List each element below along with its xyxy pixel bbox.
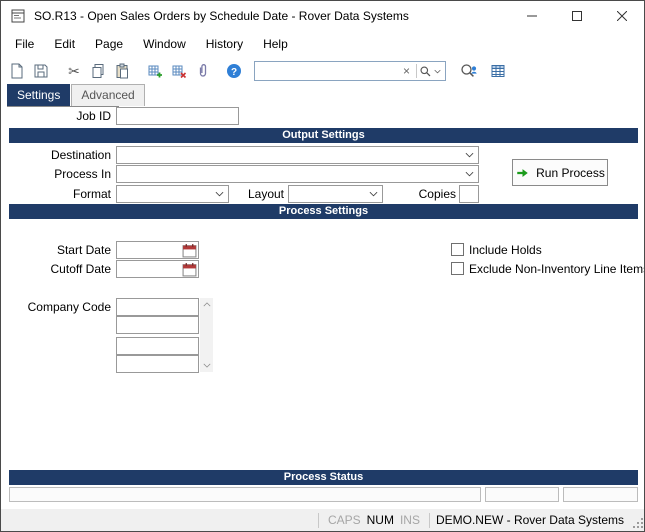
save-icon[interactable] xyxy=(29,60,53,82)
app-icon xyxy=(10,8,26,24)
run-process-button[interactable]: Run Process xyxy=(512,159,608,186)
process-status-value-2 xyxy=(563,487,638,502)
exclude-non-inventory-checkbox[interactable] xyxy=(451,262,464,275)
menu-file[interactable]: File xyxy=(5,33,44,55)
company-code-input-1[interactable] xyxy=(116,298,199,316)
chevron-down-icon xyxy=(215,191,224,197)
layout-label: Layout xyxy=(247,187,284,201)
window-controls xyxy=(509,1,644,31)
toolbar-search: × xyxy=(254,61,446,81)
output-settings-header: Output Settings xyxy=(9,128,638,143)
close-button[interactable] xyxy=(599,1,644,31)
search-dropdown-icon[interactable] xyxy=(432,69,443,74)
title-bar: SO.R13 - Open Sales Orders by Schedule D… xyxy=(1,1,644,31)
format-label: Format xyxy=(72,187,111,201)
scroll-down-icon[interactable] xyxy=(200,359,213,372)
cutoff-date-input[interactable] xyxy=(116,260,199,278)
exclude-non-inventory-label: Exclude Non-Inventory Line Items xyxy=(469,262,645,276)
caps-indicator: CAPS xyxy=(327,513,361,527)
tab-advanced[interactable]: Advanced xyxy=(71,84,145,106)
destination-label: Destination xyxy=(50,148,111,162)
tab-strip: Settings Advanced xyxy=(7,84,145,107)
menu-window[interactable]: Window xyxy=(133,33,196,55)
menu-edit[interactable]: Edit xyxy=(44,33,85,55)
process-settings-header: Process Settings xyxy=(9,204,638,219)
company-code-label: Company Code xyxy=(27,300,111,314)
copies-label: Copies xyxy=(418,187,456,201)
maximize-button[interactable] xyxy=(554,1,599,31)
company-code-input-4[interactable] xyxy=(116,355,199,373)
run-process-label: Run Process xyxy=(536,165,605,180)
chevron-down-icon xyxy=(465,171,474,177)
menu-page[interactable]: Page xyxy=(85,33,133,55)
job-id-input[interactable] xyxy=(116,107,239,125)
process-status-header: Process Status xyxy=(9,470,638,485)
destination-select[interactable] xyxy=(116,146,479,164)
lookup-user-icon[interactable] xyxy=(456,60,482,82)
connection-info: DEMO.NEW - Rover Data Systems xyxy=(435,513,624,527)
attachment-icon[interactable] xyxy=(191,60,215,82)
clear-search-icon[interactable]: × xyxy=(399,64,414,78)
menu-help[interactable]: Help xyxy=(253,33,298,55)
copy-icon[interactable] xyxy=(86,60,110,82)
start-date-label: Start Date xyxy=(56,243,111,257)
process-in-label: Process In xyxy=(54,167,111,181)
menu-history[interactable]: History xyxy=(196,33,253,55)
num-indicator: NUM xyxy=(366,513,394,527)
chevron-down-icon xyxy=(465,152,474,158)
cutoff-date-label: Cutoff Date xyxy=(50,262,111,276)
copies-input[interactable] xyxy=(459,185,479,203)
toolbar: ✂ ? × xyxy=(1,57,644,85)
minimize-button[interactable] xyxy=(509,1,554,31)
cut-icon[interactable]: ✂ xyxy=(62,60,86,82)
company-code-input-2[interactable] xyxy=(116,316,199,334)
search-input[interactable] xyxy=(259,64,399,78)
statusbar-divider xyxy=(428,512,430,528)
paste-icon[interactable] xyxy=(110,60,134,82)
chevron-down-icon xyxy=(369,191,378,197)
company-code-input-3[interactable] xyxy=(116,337,199,355)
insert-detail-icon[interactable] xyxy=(143,60,167,82)
process-status-value-1 xyxy=(485,487,559,502)
start-date-input[interactable] xyxy=(116,241,199,259)
status-bar: CAPS NUM INS DEMO.NEW - Rover Data Syste… xyxy=(1,509,644,531)
layout-select[interactable] xyxy=(288,185,383,203)
include-holds-checkbox[interactable] xyxy=(451,243,464,256)
svg-text:?: ? xyxy=(231,67,237,78)
run-arrow-icon xyxy=(517,168,528,177)
include-holds-label: Include Holds xyxy=(469,243,542,257)
company-code-scrollbar[interactable] xyxy=(200,298,213,372)
format-select[interactable] xyxy=(116,185,229,203)
grid-icon[interactable] xyxy=(486,60,510,82)
calendar-icon[interactable] xyxy=(182,262,197,277)
menu-bar: File Edit Page Window History Help xyxy=(1,31,644,57)
new-document-icon[interactable] xyxy=(5,60,29,82)
search-icon[interactable] xyxy=(419,65,432,78)
tab-settings[interactable]: Settings xyxy=(7,84,71,106)
scroll-up-icon[interactable] xyxy=(200,298,213,311)
window-title: SO.R13 - Open Sales Orders by Schedule D… xyxy=(34,9,409,23)
help-icon[interactable]: ? xyxy=(222,60,246,82)
job-id-label: Job ID xyxy=(76,109,111,123)
calendar-icon[interactable] xyxy=(182,243,197,258)
resize-grip[interactable] xyxy=(630,511,644,529)
app-window: SO.R13 - Open Sales Orders by Schedule D… xyxy=(0,0,645,532)
delete-detail-icon[interactable] xyxy=(167,60,191,82)
process-status-message xyxy=(9,487,481,502)
search-divider xyxy=(416,64,417,78)
ins-indicator: INS xyxy=(399,513,420,527)
statusbar-divider xyxy=(317,512,319,528)
process-in-select[interactable] xyxy=(116,165,479,183)
